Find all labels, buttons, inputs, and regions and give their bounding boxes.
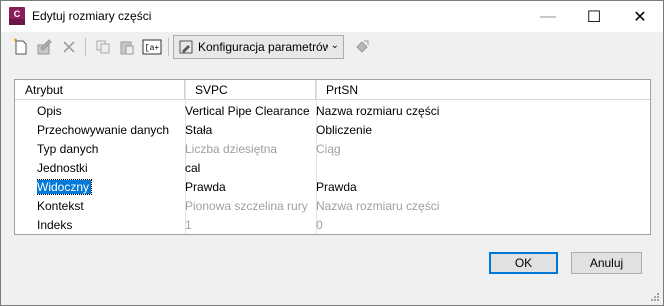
- new-doc-icon[interactable]: [11, 37, 31, 57]
- row-prtsn-value[interactable]: Obliczenie: [316, 121, 516, 140]
- row-prtsn-value[interactable]: Nazwa rozmiaru części: [316, 102, 516, 121]
- row-svpc-value[interactable]: Stała: [185, 121, 311, 140]
- table-row[interactable]: Widoczny Prawda Prawda: [15, 178, 650, 197]
- ok-button[interactable]: OK: [489, 252, 558, 274]
- row-prtsn-value: Ciąg: [316, 142, 341, 156]
- copy-icon[interactable]: [93, 37, 113, 57]
- row-attribute: Opis: [37, 104, 62, 118]
- row-attribute: Przechowywanie danych: [37, 123, 170, 137]
- table-row[interactable]: Kontekst Pionowa szczelina rury Nazwa ro…: [15, 197, 650, 216]
- column-header-attribute[interactable]: Atrybut: [15, 80, 185, 100]
- delete-icon[interactable]: [59, 37, 79, 57]
- resize-grip-icon[interactable]: [648, 290, 660, 302]
- grid-header: Atrybut SVPC PrtSN: [15, 80, 650, 100]
- row-svpc-value: Pionowa szczelina rury: [185, 199, 308, 213]
- edit-icon[interactable]: [34, 37, 54, 57]
- table-row[interactable]: Opis Vertical Pipe Clearance Nazwa rozmi…: [15, 102, 650, 121]
- row-svpc-value: Liczba dziesiętna: [185, 142, 278, 156]
- row-svpc-value[interactable]: Prawda: [185, 178, 311, 197]
- row-svpc-value: 1: [185, 218, 192, 232]
- maximize-icon: ☐: [586, 8, 602, 26]
- minimize-button[interactable]: —: [525, 1, 571, 32]
- table-row[interactable]: Typ danych Liczba dziesiętna Ciąg: [15, 140, 650, 159]
- attribute-grid[interactable]: Atrybut SVPC PrtSN Opis Vertical Pipe Cl…: [14, 79, 651, 235]
- civil3d-icon: C: [9, 7, 25, 25]
- selected-attribute-label[interactable]: Widoczny: [37, 179, 93, 195]
- dialog-window: C Edytuj rozmiary części — ☐ ✕ [a+ Konfi…: [0, 0, 664, 306]
- config-label: Konfiguracja parametrów: [198, 40, 328, 54]
- minimize-icon: —: [540, 7, 556, 25]
- column-header-prtsn[interactable]: PrtSN: [316, 80, 650, 100]
- config-icon: [179, 40, 193, 54]
- table-row[interactable]: Indeks 1 0: [15, 216, 650, 235]
- close-icon: ✕: [633, 8, 647, 26]
- column-header-svpc[interactable]: SVPC: [185, 80, 316, 100]
- table-row[interactable]: Jednostki cal: [15, 159, 650, 178]
- maximize-button[interactable]: ☐: [571, 1, 617, 32]
- row-prtsn-value: 0: [316, 218, 323, 232]
- row-svpc-value[interactable]: cal: [185, 159, 311, 178]
- paste-icon[interactable]: [117, 37, 137, 57]
- row-prtsn-value[interactable]: Prawda: [316, 178, 516, 197]
- config-dropdown[interactable]: Konfiguracja parametrów ⌄: [173, 35, 344, 59]
- cancel-button[interactable]: Anuluj: [571, 252, 642, 274]
- row-attribute: Kontekst: [37, 199, 84, 213]
- row-svpc-value[interactable]: Vertical Pipe Clearance: [185, 102, 311, 121]
- window-title: Edytuj rozmiary części: [32, 9, 152, 23]
- row-prtsn-value: Nazwa rozmiaru części: [316, 199, 440, 213]
- row-attribute: Typ danych: [37, 142, 99, 156]
- row-attribute: Jednostki: [37, 161, 88, 175]
- rename-glyph: [a+: [145, 44, 160, 53]
- toolbar: [a+ Konfiguracja parametrów ⌄: [1, 32, 663, 62]
- rename-icon[interactable]: [a+: [142, 37, 162, 57]
- table-row[interactable]: Przechowywanie danych Stała Obliczenie: [15, 121, 650, 140]
- title-bar[interactable]: C Edytuj rozmiary części — ☐ ✕: [1, 1, 663, 32]
- svg-text:C: C: [14, 9, 21, 19]
- row-prtsn-value[interactable]: [316, 159, 516, 178]
- lock-icon[interactable]: [353, 37, 373, 57]
- row-attribute: Indeks: [37, 218, 73, 232]
- row-attribute-selected: Widoczny: [37, 178, 177, 197]
- close-button[interactable]: ✕: [617, 1, 663, 32]
- chevron-down-icon: ⌄: [330, 40, 339, 51]
